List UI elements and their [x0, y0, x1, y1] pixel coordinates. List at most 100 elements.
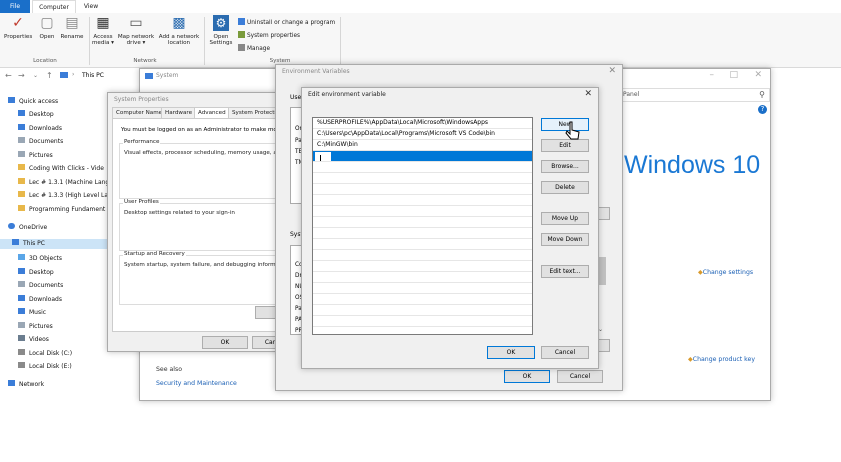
nav-item[interactable]: Local Disk (C:): [18, 349, 72, 357]
system-list-scrollbar[interactable]: ⌄: [598, 249, 606, 333]
nav-item[interactable]: Local Disk (E:): [18, 362, 72, 370]
new-entry-row[interactable]: [313, 151, 532, 162]
list-item: [313, 162, 532, 173]
nav-item[interactable]: Downloads: [18, 295, 62, 303]
nav-this-pc[interactable]: This PC: [0, 239, 116, 249]
list-item[interactable]: %USERPROFILE%\AppData\Local\Microsoft\Wi…: [313, 118, 532, 129]
browse-button[interactable]: Browse...: [541, 160, 589, 173]
search-icon[interactable]: ⚲: [759, 89, 765, 101]
close-icon[interactable]: ✕: [584, 88, 592, 101]
download-icon: [18, 295, 25, 301]
move-down-button[interactable]: Move Down: [541, 233, 589, 246]
nav-item[interactable]: Coding With Clicks - Vide: [18, 164, 104, 172]
tab-computer[interactable]: Computer: [32, 0, 76, 14]
nav-item[interactable]: Documents: [18, 281, 63, 289]
this-pc-icon: [60, 72, 68, 78]
nav-item[interactable]: Desktop: [18, 110, 54, 118]
uninstall-icon: [238, 18, 245, 25]
tab-view[interactable]: View: [78, 0, 104, 13]
folder-icon: [18, 164, 25, 170]
uninstall-program-button[interactable]: Uninstall or change a program: [238, 18, 335, 26]
path-entries-list[interactable]: %USERPROFILE%\AppData\Local\Microsoft\Wi…: [312, 117, 533, 335]
see-also-heading: See also: [156, 366, 183, 373]
search-input[interactable]: Panel ⚲: [618, 88, 770, 102]
list-item: [313, 195, 532, 206]
list-item: [313, 294, 532, 305]
map-network-drive-button[interactable]: ▭ Map network drive ▾: [116, 15, 156, 46]
nav-item[interactable]: Lec # 1.3.1 (Machine Lang: [18, 178, 109, 186]
back-arrow-icon[interactable]: ←: [5, 71, 12, 80]
help-icon[interactable]: ?: [758, 105, 767, 114]
cancel-button[interactable]: Cancel: [541, 346, 589, 359]
list-item: [313, 250, 532, 261]
chevron-down-icon[interactable]: ⌄: [33, 72, 38, 79]
desktop-icon: [18, 268, 25, 274]
maximize-icon[interactable]: □: [729, 69, 738, 82]
tab-file[interactable]: File: [0, 0, 30, 13]
minimize-icon[interactable]: –: [710, 69, 715, 82]
nav-item[interactable]: 3D Objects: [18, 254, 62, 262]
nav-network[interactable]: Network: [8, 380, 44, 388]
up-arrow-icon[interactable]: ↑: [46, 71, 53, 80]
gear-icon: ⚙: [213, 15, 229, 31]
nav-item[interactable]: Videos: [18, 335, 49, 343]
delete-button[interactable]: Delete: [541, 181, 589, 194]
scrollbar-thumb[interactable]: [598, 257, 606, 285]
pictures-icon: [18, 151, 25, 157]
close-icon[interactable]: ✕: [608, 65, 616, 78]
open-settings-button[interactable]: ⚙ Open Settings: [207, 15, 235, 46]
ok-button[interactable]: OK: [487, 346, 535, 359]
edit-text-button[interactable]: Edit text...: [541, 265, 589, 278]
group-separator: [204, 17, 205, 65]
new-entry-input[interactable]: [315, 152, 331, 161]
ok-button[interactable]: OK: [504, 370, 550, 383]
list-item: [313, 173, 532, 184]
download-icon: [18, 124, 25, 130]
security-maintenance-link[interactable]: Security and Maintenance: [156, 380, 237, 387]
rename-button[interactable]: ▤ Rename: [59, 15, 85, 40]
cube-icon: [18, 254, 25, 260]
group-network-label: Network: [133, 58, 157, 64]
nav-quick-access[interactable]: Quick access: [8, 97, 58, 105]
nav-item[interactable]: Programming Fundament: [18, 205, 105, 213]
system-properties-icon: [238, 31, 245, 38]
move-up-button[interactable]: Move Up: [541, 212, 589, 225]
system-icon: [145, 73, 153, 79]
nav-item[interactable]: Lec # 1.3.3 (High Level Lar: [18, 191, 111, 199]
system-properties-button[interactable]: System properties: [238, 31, 300, 39]
group-separator: [340, 17, 341, 65]
network-icon: [8, 380, 15, 386]
change-settings-link[interactable]: ◆Change settings: [698, 269, 753, 276]
add-network-location-button[interactable]: ▩ Add a network location: [157, 15, 201, 46]
nav-item[interactable]: Desktop: [18, 268, 54, 276]
list-item: [313, 272, 532, 283]
manage-icon: [238, 44, 245, 51]
open-button[interactable]: ▢ Open: [36, 15, 58, 40]
list-item: [313, 228, 532, 239]
admin-note: You must be logged on as an Administrato…: [121, 127, 290, 133]
nav-item[interactable]: Pictures: [18, 322, 53, 330]
cancel-button[interactable]: Cancel: [557, 370, 603, 383]
nav-item[interactable]: Downloads: [18, 124, 62, 132]
nav-item[interactable]: Music: [18, 308, 46, 316]
nav-item[interactable]: Documents: [18, 137, 63, 145]
list-item[interactable]: C:\Users\pc\AppData\Local\Programs\Micro…: [313, 129, 532, 140]
manage-button[interactable]: Manage: [238, 44, 270, 52]
list-item: [313, 283, 532, 294]
forward-arrow-icon[interactable]: →: [18, 71, 25, 80]
breadcrumb[interactable]: This PC: [82, 72, 104, 79]
properties-button[interactable]: ✓ Properties: [4, 15, 32, 40]
nav-item[interactable]: Pictures: [18, 151, 53, 159]
star-icon: [8, 97, 15, 103]
network-drive-icon: ▭: [129, 15, 143, 31]
cloud-icon: [8, 223, 15, 229]
nav-onedrive[interactable]: OneDrive: [8, 223, 47, 231]
access-media-button[interactable]: ▦ Access media ▾: [91, 15, 115, 46]
change-product-key-link[interactable]: ◆Change product key: [688, 356, 755, 363]
list-item[interactable]: C:\MinGW\bin: [313, 140, 532, 151]
list-item: [313, 305, 532, 316]
ok-button[interactable]: OK: [202, 336, 248, 349]
close-icon[interactable]: ✕: [754, 69, 762, 82]
list-item: [313, 206, 532, 217]
breadcrumb-separator-icon: ›: [72, 71, 75, 78]
